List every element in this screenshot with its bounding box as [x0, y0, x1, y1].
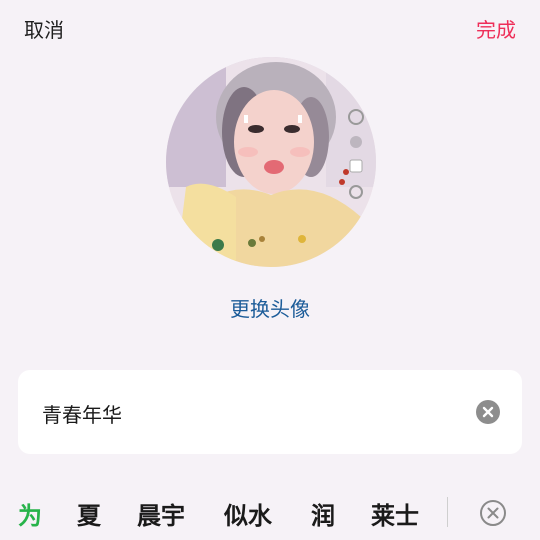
avatar-photo-icon [166, 57, 376, 267]
nickname-input[interactable] [42, 398, 462, 428]
ime-suggestion-bar: 为 夏 晨宇 似水 润 莱士 [0, 488, 540, 540]
ime-suggestion[interactable]: 莱士 [371, 496, 419, 531]
avatar[interactable] [166, 57, 376, 267]
cancel-button[interactable]: 取消 [24, 14, 64, 43]
clear-input-button[interactable] [476, 400, 500, 424]
nickname-card [18, 370, 522, 454]
change-avatar-link[interactable]: 更换头像 [0, 293, 540, 322]
ime-suggestion[interactable]: 为 [18, 496, 42, 531]
delete-key-icon[interactable] [479, 499, 507, 527]
divider [447, 497, 448, 527]
close-icon [482, 406, 494, 418]
done-button[interactable]: 完成 [476, 14, 516, 43]
ime-suggestion[interactable]: 晨宇 [137, 496, 185, 531]
top-bar: 取消 完成 [0, 0, 540, 54]
ime-suggestion[interactable]: 润 [311, 496, 335, 531]
ime-suggestion[interactable]: 似水 [224, 496, 272, 531]
ime-suggestion[interactable]: 夏 [77, 496, 101, 531]
